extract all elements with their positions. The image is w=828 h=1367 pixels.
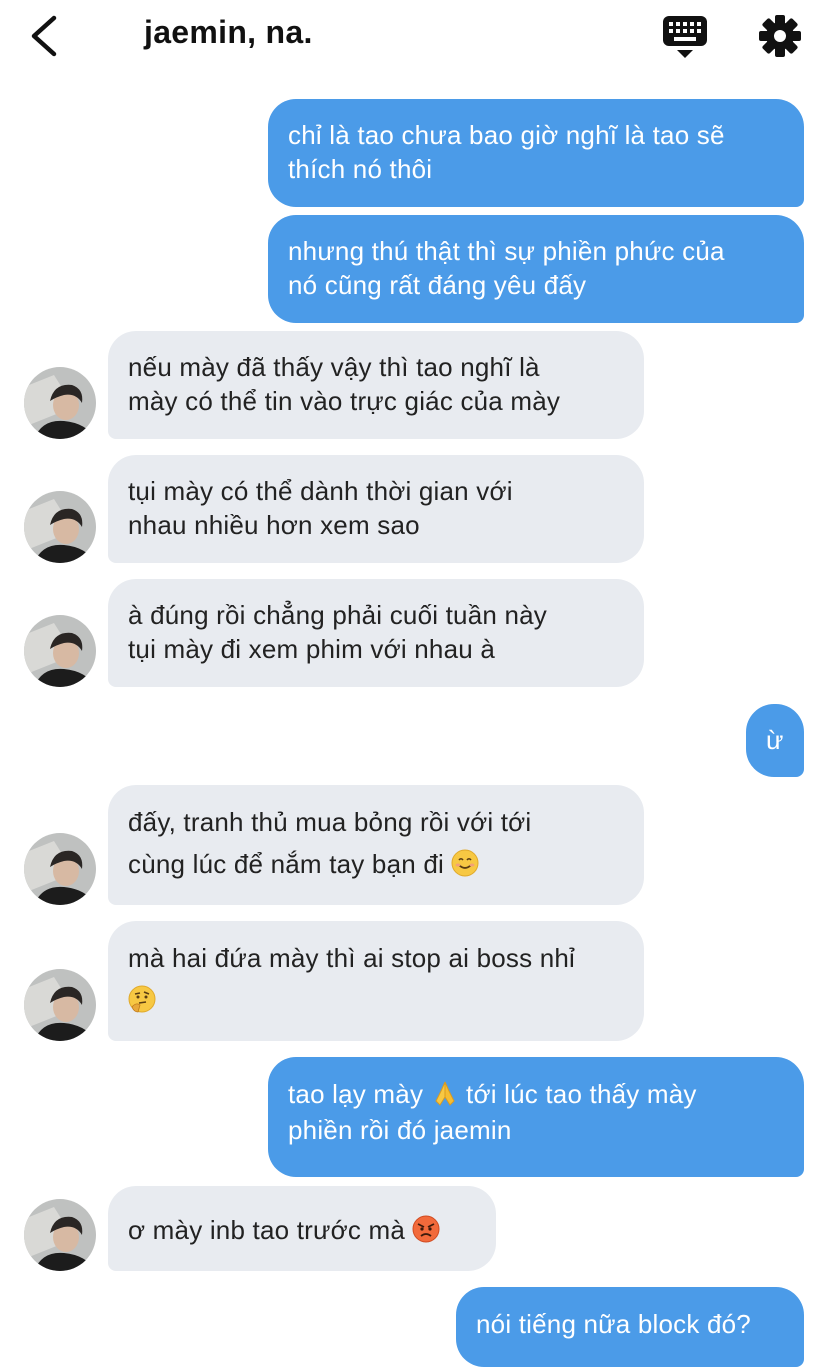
avatar-photo xyxy=(24,969,96,1041)
message-line: nó cũng rất đáng yêu đấy xyxy=(288,270,587,300)
avatar[interactable] xyxy=(24,1199,96,1271)
avatar-photo xyxy=(24,615,96,687)
avatar[interactable] xyxy=(24,491,96,563)
message-line: ơ mày inb tao trước mà xyxy=(128,1215,405,1245)
message-line: mày có thể tin vào trực giác của mày xyxy=(128,386,561,416)
back-button[interactable] xyxy=(24,12,68,60)
keyboard-icon xyxy=(663,16,707,58)
message-line: mà hai đứa mày thì ai stop ai boss nhỉ xyxy=(128,943,576,973)
angry-face-emoji xyxy=(412,1215,440,1243)
message-bubble-incoming[interactable]: ơ mày inb tao trước mà xyxy=(108,1186,496,1271)
message-line: nói tiếng nữa block đó? xyxy=(476,1309,751,1339)
message-bubble-outgoing[interactable]: tao lạy mày tới lúc tao thấy mày phiền r… xyxy=(268,1057,804,1177)
message-line: à đúng rồi chẳng phải cuối tuần này xyxy=(128,600,547,630)
message-bubble-outgoing[interactable]: chỉ là tao chưa bao giờ nghĩ là tao sẽ t… xyxy=(268,99,804,207)
gear-icon xyxy=(759,15,801,57)
thinking-face-emoji xyxy=(128,985,156,1013)
message-line: tao lạy mày xyxy=(288,1079,424,1109)
message-line: cùng lúc để nắm tay bạn đi xyxy=(128,849,444,879)
settings-button[interactable] xyxy=(756,12,804,60)
message-line-with-emoji: cùng lúc để nắm tay bạn đi xyxy=(128,843,624,885)
emoji-line xyxy=(128,979,624,1021)
message-bubble-outgoing[interactable]: nói tiếng nữa block đó? xyxy=(456,1287,804,1367)
avatar-photo xyxy=(24,1199,96,1271)
message-bubble-outgoing[interactable]: ừ xyxy=(746,704,804,777)
message-line: tụi mày đi xem phim với nhau à xyxy=(128,634,495,664)
message-line: tụi mày có thể dành thời gian với xyxy=(128,476,513,506)
message-line-with-emoji: ơ mày inb tao trước mà xyxy=(128,1213,476,1247)
smiling-face-emoji xyxy=(451,849,479,877)
message-line: phiền rồi đó jaemin xyxy=(288,1115,512,1145)
folded-hands-emoji xyxy=(434,1081,455,1106)
message-bubble-incoming[interactable]: nếu mày đã thấy vậy thì tao nghĩ là mày … xyxy=(108,331,644,439)
message-line: chỉ là tao chưa bao giờ nghĩ là tao sẽ xyxy=(288,120,725,150)
message-line: thích nó thôi xyxy=(288,154,433,184)
message-bubble-incoming[interactable]: mà hai đứa mày thì ai stop ai boss nhỉ xyxy=(108,921,644,1041)
chevron-left-icon xyxy=(31,15,57,57)
message-line: đấy, tranh thủ mua bỏng rồi với tới xyxy=(128,807,532,837)
message-bubble-incoming[interactable]: à đúng rồi chẳng phải cuối tuần này tụi … xyxy=(108,579,644,687)
avatar-photo xyxy=(24,833,96,905)
message-line: nhưng thú thật thì sự phiền phức của xyxy=(288,236,725,266)
message-line: nhau nhiều hơn xem sao xyxy=(128,510,420,540)
message-line: ừ xyxy=(766,725,784,755)
message-line: nếu mày đã thấy vậy thì tao nghĩ là xyxy=(128,352,540,382)
chat-title: jaemin, na. xyxy=(144,14,313,50)
chat-header: jaemin, na. xyxy=(0,0,828,78)
avatar[interactable] xyxy=(24,969,96,1041)
avatar-photo xyxy=(24,367,96,439)
message-bubble-incoming[interactable]: đấy, tranh thủ mua bỏng rồi với tới cùng… xyxy=(108,785,644,905)
message-line: tới lúc tao thấy mày xyxy=(466,1079,697,1109)
message-line-with-emoji: tao lạy mày tới lúc tao thấy mày xyxy=(288,1076,784,1112)
avatar-photo xyxy=(24,491,96,563)
avatar[interactable] xyxy=(24,833,96,905)
message-bubble-incoming[interactable]: tụi mày có thể dành thời gian với nhau n… xyxy=(108,455,644,563)
message-bubble-outgoing[interactable]: nhưng thú thật thì sự phiền phức của nó … xyxy=(268,215,804,323)
avatar[interactable] xyxy=(24,615,96,687)
keyboard-button[interactable] xyxy=(660,12,710,62)
avatar[interactable] xyxy=(24,367,96,439)
